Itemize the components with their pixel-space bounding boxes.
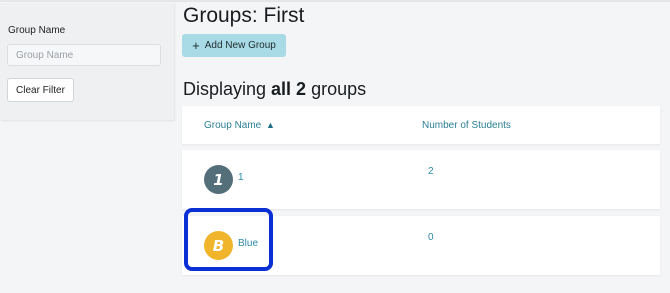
column-header-number-of-students[interactable]: Number of Students bbox=[422, 120, 511, 131]
filter-panel: Group Name Clear Filter bbox=[0, 3, 174, 120]
table-header: Group Name ▲ Number of Students bbox=[182, 106, 660, 144]
column-header-group-name-label: Group Name bbox=[204, 120, 262, 131]
table-row: 1 1 2 bbox=[182, 150, 660, 209]
student-count[interactable]: 0 bbox=[428, 232, 434, 243]
group-name-filter-label: Group Name bbox=[8, 25, 66, 36]
group-name-link[interactable]: 1 bbox=[238, 172, 244, 183]
clear-filter-button[interactable]: Clear Filter bbox=[7, 78, 74, 102]
display-prefix: Displaying bbox=[183, 79, 272, 99]
add-new-group-button[interactable]: + Add New Group bbox=[182, 34, 286, 57]
sort-ascending-icon: ▲ bbox=[266, 120, 275, 130]
page-title: Groups: First bbox=[183, 4, 305, 27]
group-name-filter-input[interactable] bbox=[7, 44, 161, 66]
student-count[interactable]: 2 bbox=[428, 166, 434, 177]
group-avatar: B bbox=[204, 231, 233, 260]
add-new-group-label: Add New Group bbox=[204, 40, 276, 51]
display-suffix: groups bbox=[306, 79, 367, 99]
group-name-link[interactable]: Blue bbox=[238, 238, 258, 249]
display-count-heading: Displaying all 2 groups bbox=[183, 79, 366, 100]
table-row: B Blue 0 bbox=[182, 216, 660, 275]
group-avatar: 1 bbox=[204, 165, 233, 194]
plus-icon: + bbox=[192, 38, 200, 53]
top-divider bbox=[0, 0, 670, 2]
display-count: all 2 bbox=[271, 79, 307, 99]
column-header-group-name[interactable]: Group Name ▲ bbox=[204, 120, 275, 131]
